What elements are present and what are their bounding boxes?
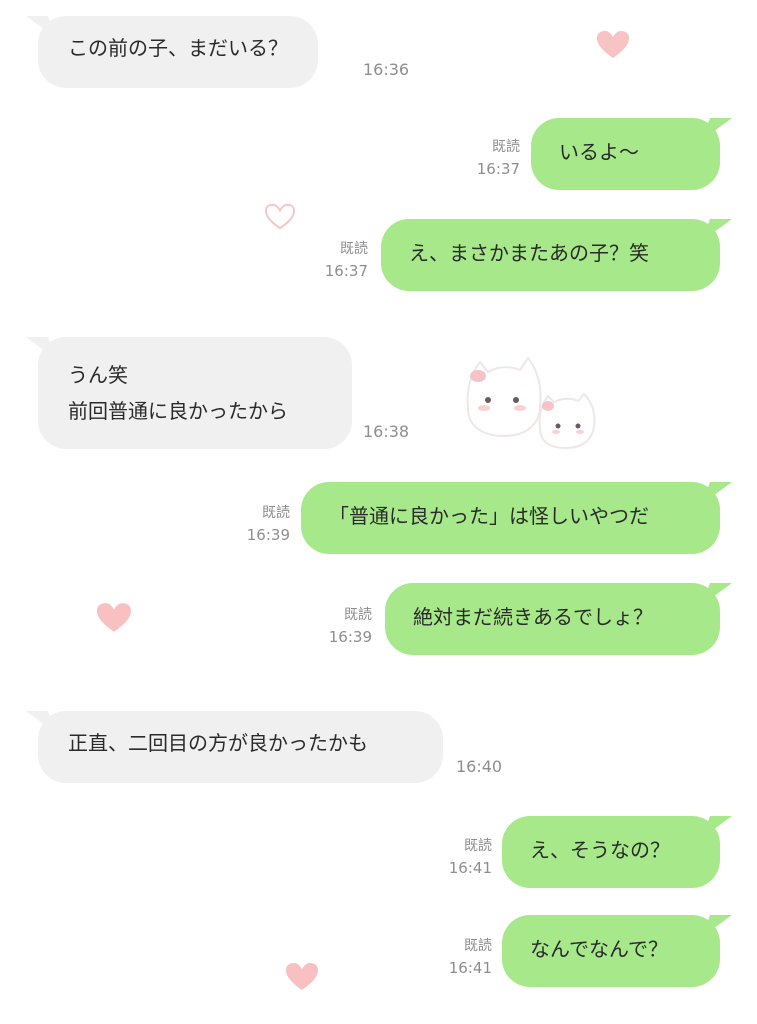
heart-outline-icon	[265, 203, 295, 230]
message-text: なんでなんで？	[530, 937, 668, 961]
read-receipt: 既読	[464, 838, 492, 854]
message-time: 16:37	[476, 160, 520, 178]
message-text: 絶対まだ続きあるでしょ？	[413, 605, 653, 629]
message-text-line: 前回普通に良かったから	[68, 399, 288, 423]
message-bubble[interactable]: え、まさかまたあの子？笑	[381, 219, 720, 291]
message-bubble[interactable]: え、そうなの？	[502, 816, 720, 888]
message-text: 正直、二回目の方が良かったかも	[68, 731, 368, 755]
message-time: 16:36	[363, 60, 410, 79]
message-text: いるよ〜	[559, 140, 639, 164]
message-text: え、まさかまたあの子？笑	[409, 241, 649, 265]
message-text-line: うん笑	[68, 363, 128, 387]
heart-icon	[97, 603, 131, 632]
message-bubble[interactable]: 正直、二回目の方が良かったかも	[38, 711, 443, 783]
message-meta: 既読 16:41	[424, 835, 492, 879]
message-bubble[interactable]: なんでなんで？	[502, 915, 720, 987]
heart-icon	[597, 31, 629, 58]
read-receipt: 既読	[492, 139, 520, 155]
message-meta: 既読 16:39	[222, 502, 290, 546]
message-time: 16:39	[246, 526, 290, 544]
message-bubble[interactable]: 「普通に良かった」は怪しいやつだ	[301, 482, 720, 554]
message-bubble[interactable]: うん笑 前回普通に良かったから	[38, 337, 352, 449]
message-bubble[interactable]: いるよ〜	[531, 118, 720, 190]
message-meta: 既読 16:39	[304, 604, 372, 648]
message-meta: 既読 16:41	[424, 935, 492, 979]
message-text: 「普通に良かった」は怪しいやつだ	[329, 504, 649, 528]
read-receipt: 既読	[344, 607, 372, 623]
message-meta: 既読 16:37	[452, 136, 520, 180]
read-receipt: 既読	[262, 505, 290, 521]
message-time: 16:41	[448, 859, 492, 877]
message-meta: 既読 16:37	[300, 238, 368, 282]
message-time: 16:39	[328, 628, 372, 646]
heart-icon	[286, 963, 318, 990]
read-receipt: 既読	[464, 938, 492, 954]
message-time: 16:41	[448, 959, 492, 977]
message-time: 16:38	[363, 422, 410, 441]
message-bubble[interactable]: 絶対まだ続きあるでしょ？	[385, 583, 720, 655]
message-bubble[interactable]: この前の子、まだいる？	[38, 16, 318, 88]
message-time: 16:40	[456, 757, 503, 776]
read-receipt: 既読	[340, 241, 368, 257]
message-text: この前の子、まだいる？	[68, 36, 288, 60]
message-time: 16:37	[324, 262, 368, 280]
message-text: え、そうなの？	[530, 838, 670, 862]
cat-sticker-icon	[466, 356, 596, 450]
